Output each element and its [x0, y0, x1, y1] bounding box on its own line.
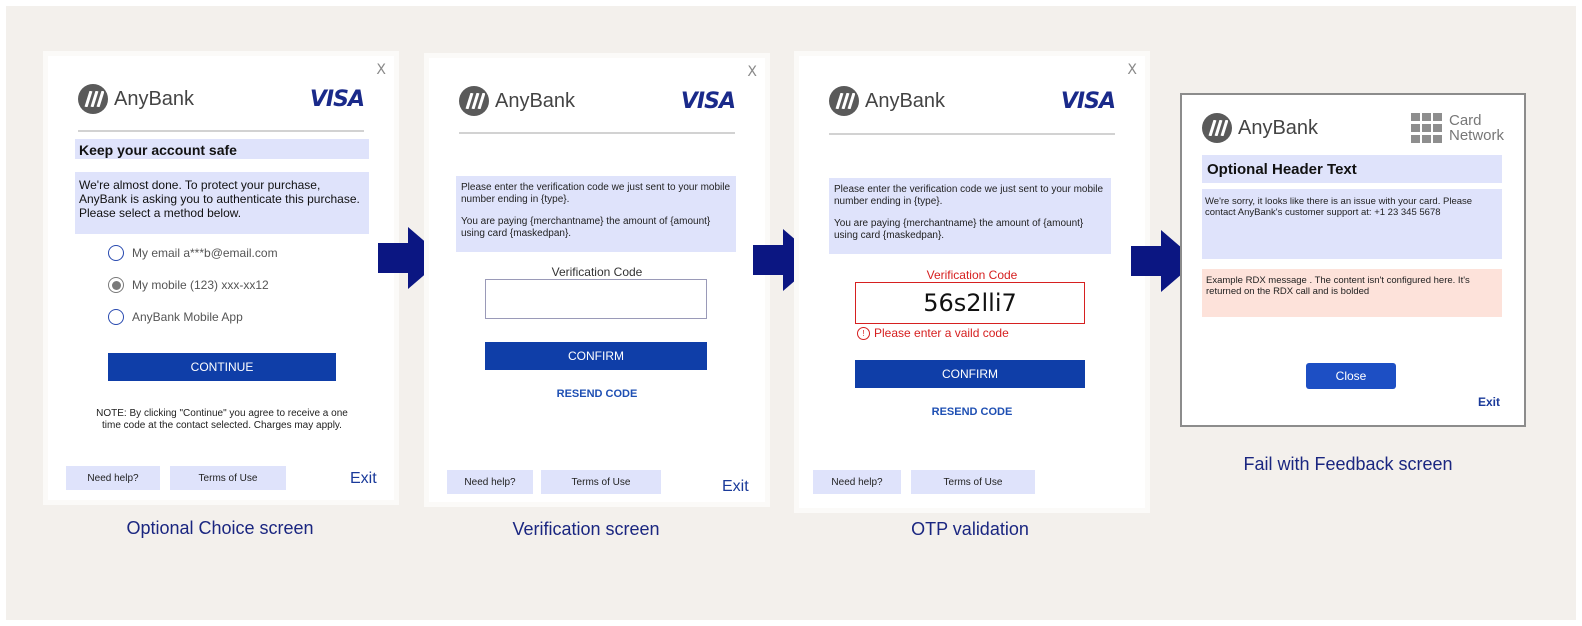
anybank-logo-icon: [459, 86, 489, 116]
caption-fail-feedback: Fail with Feedback screen: [1243, 454, 1453, 474]
brand-row: AnyBank VISA: [459, 86, 736, 116]
exit-link[interactable]: Exit: [722, 478, 749, 496]
radio-mobile[interactable]: My mobile (123) xxx-xx12: [108, 277, 269, 293]
close-icon[interactable]: X: [1127, 62, 1137, 78]
brand-row: AnyBank Card Network: [1202, 113, 1504, 143]
need-help-button[interactable]: Need help?: [447, 470, 533, 494]
card-network-logo: Card Network: [1410, 113, 1504, 143]
resend-code-link[interactable]: RESEND CODE: [429, 388, 765, 400]
confirm-button[interactable]: CONFIRM: [855, 360, 1085, 388]
optional-choice-screen: X AnyBank VISA Keep your account safe We…: [48, 56, 394, 500]
radio-button[interactable]: [108, 245, 124, 261]
info-line-1: Please enter the verification code we ju…: [461, 182, 731, 205]
info-box: Please enter the verification code we ju…: [456, 176, 736, 252]
anybank-logo-icon: [1202, 113, 1232, 143]
caption-verification: Verification screen: [512, 519, 660, 539]
radio-label: AnyBank Mobile App: [132, 310, 243, 324]
caption-optional-choice: Optional Choice screen: [126, 518, 314, 538]
visa-logo: VISA: [309, 86, 365, 112]
card-network-line-1: Card: [1448, 112, 1482, 129]
intro-text: We're almost done. To protect your purch…: [75, 172, 369, 234]
need-help-button[interactable]: Need help?: [813, 470, 901, 494]
radio-label: My email a***b@email.com: [132, 246, 278, 260]
radio-email[interactable]: My email a***b@email.com: [108, 245, 278, 261]
info-line-2: You are paying {merchantname} the amount…: [834, 218, 1084, 241]
message-box: We're sorry, it looks like there is an i…: [1202, 189, 1502, 259]
exit-link[interactable]: Exit: [350, 470, 377, 488]
fail-with-feedback-screen: AnyBank Card Network Optional Header Tex…: [1180, 93, 1526, 427]
error-icon: !: [857, 326, 870, 340]
close-icon[interactable]: X: [747, 64, 757, 80]
bank-name: AnyBank: [495, 89, 576, 112]
radio-label: My mobile (123) xxx-xx12: [132, 278, 269, 292]
bank-name: AnyBank: [114, 87, 195, 110]
header-text: Keep your account safe: [75, 139, 369, 159]
code-label: Verification Code: [551, 265, 643, 279]
otp-validation-screen: X AnyBank VISA Please enter the verifica…: [799, 56, 1145, 508]
rdx-message-box: Example RDX message . The content isn't …: [1202, 269, 1502, 317]
divider: [78, 130, 364, 132]
visa-logo: VISA: [1060, 88, 1116, 114]
verification-code-input[interactable]: [485, 279, 707, 319]
brand-row: AnyBank VISA: [78, 84, 365, 114]
error-text: Please enter a vaild code: [874, 326, 1009, 340]
confirm-button[interactable]: CONFIRM: [485, 342, 707, 370]
resend-code-link[interactable]: RESEND CODE: [799, 406, 1145, 418]
canvas: X AnyBank VISA Keep your account safe We…: [6, 6, 1576, 620]
brand-row: AnyBank VISA: [829, 86, 1116, 116]
code-label-error: Verification Code: [926, 268, 1018, 282]
bank-name: AnyBank: [865, 89, 946, 112]
close-button[interactable]: Close: [1306, 363, 1396, 389]
close-icon[interactable]: X: [376, 62, 386, 78]
error-message: ! Please enter a vaild code: [857, 326, 1009, 340]
radio-button-selected[interactable]: [108, 277, 124, 293]
note-text: NOTE: By clicking "Continue" you agree t…: [96, 408, 348, 431]
verification-screen: X AnyBank VISA Please enter the verifica…: [429, 58, 765, 502]
divider: [829, 133, 1115, 135]
radio-button[interactable]: [108, 309, 124, 325]
anybank-logo: AnyBank: [1202, 113, 1318, 143]
card-network-text: Card Network: [1449, 113, 1504, 143]
need-help-button[interactable]: Need help?: [66, 466, 160, 490]
continue-button[interactable]: CONTINUE: [108, 353, 336, 381]
divider: [459, 132, 735, 134]
card-network-line-2: Network: [1448, 127, 1504, 144]
bank-name: AnyBank: [1238, 116, 1319, 139]
info-line-2: You are paying {merchantname} the amount…: [461, 216, 711, 239]
anybank-logo: AnyBank: [78, 84, 194, 114]
anybank-logo-icon: [829, 86, 859, 116]
terms-of-use-button[interactable]: Terms of Use: [170, 466, 286, 490]
info-line-1: Please enter the verification code we ju…: [834, 184, 1104, 207]
anybank-logo: AnyBank: [829, 86, 945, 116]
card-network-grid-icon: [1410, 113, 1442, 143]
exit-link[interactable]: Exit: [1478, 395, 1500, 409]
terms-of-use-button[interactable]: Terms of Use: [911, 470, 1035, 494]
terms-of-use-button[interactable]: Terms of Use: [541, 470, 661, 494]
anybank-logo-icon: [78, 84, 108, 114]
info-box: Please enter the verification code we ju…: [829, 178, 1111, 254]
header-text: Optional Header Text: [1202, 155, 1502, 183]
visa-logo: VISA: [680, 88, 736, 114]
caption-otp-validation: OTP validation: [911, 519, 1029, 539]
verification-code-input[interactable]: [855, 282, 1085, 324]
anybank-logo: AnyBank: [459, 86, 575, 116]
radio-mobile-app[interactable]: AnyBank Mobile App: [108, 309, 243, 325]
